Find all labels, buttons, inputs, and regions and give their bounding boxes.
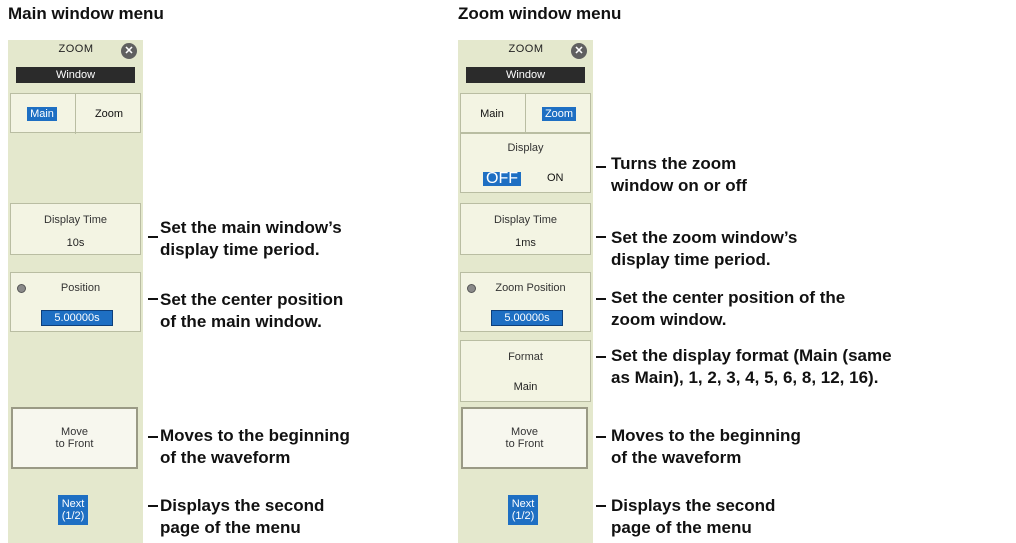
annotation-format: Set the display format (Main (same as Ma… bbox=[611, 346, 892, 387]
zoom-menu-panel: ZOOM ✕ Window Main Zoom Display OFF ON D… bbox=[458, 40, 593, 543]
display-time-control[interactable]: Display Time 10s bbox=[10, 203, 141, 255]
display-time-value: 1ms bbox=[515, 237, 536, 249]
connector-line bbox=[596, 356, 606, 358]
window-button[interactable]: Window bbox=[16, 67, 135, 83]
display-label: Display bbox=[507, 142, 544, 154]
tab-main-label: Main bbox=[480, 108, 504, 120]
close-icon[interactable]: ✕ bbox=[571, 43, 587, 59]
zoom-position-control[interactable]: Zoom Position 5.00000s bbox=[460, 272, 591, 332]
tab-main-label: Main bbox=[27, 107, 57, 121]
connector-line bbox=[596, 436, 606, 438]
main-menu-heading: Main window menu bbox=[8, 4, 164, 23]
window-tab-row: Main Zoom bbox=[460, 93, 592, 134]
connector-line bbox=[596, 298, 606, 300]
annotation-display: Turns the zoom window on or off bbox=[611, 154, 747, 195]
connector-line bbox=[148, 298, 158, 300]
position-control[interactable]: Position 5.00000s bbox=[10, 272, 141, 332]
connector-line bbox=[596, 166, 606, 168]
menu-title: ZOOM bbox=[58, 43, 94, 55]
display-toggle-control: Display OFF ON bbox=[460, 133, 591, 193]
close-icon[interactable]: ✕ bbox=[121, 43, 137, 59]
connector-line bbox=[148, 436, 158, 438]
tab-main[interactable]: Main bbox=[11, 94, 73, 134]
format-label: Format bbox=[508, 351, 543, 363]
position-label: Position bbox=[60, 282, 101, 294]
next-page-button[interactable]: Next (1/2) bbox=[58, 495, 88, 525]
annotation-move: Moves to the beginning of the waveform bbox=[611, 426, 801, 467]
window-button[interactable]: Window bbox=[466, 67, 585, 83]
display-off-option[interactable]: OFF bbox=[483, 171, 521, 187]
tab-zoom[interactable]: Zoom bbox=[526, 94, 592, 134]
display-time-label: Display Time bbox=[44, 214, 107, 226]
position-value[interactable]: 5.00000s bbox=[41, 310, 113, 326]
display-time-label: Display Time bbox=[494, 214, 557, 226]
connector-line bbox=[596, 505, 606, 507]
move-to-front-button[interactable]: Move to Front bbox=[11, 407, 138, 469]
annotation-next: Displays the second page of the menu bbox=[611, 496, 776, 537]
tab-zoom-label: Zoom bbox=[541, 107, 577, 121]
display-time-value: 10s bbox=[66, 237, 85, 249]
zoom-menu-heading: Zoom window menu bbox=[458, 4, 622, 23]
annotation-display-time: Set the main window’s display time perio… bbox=[160, 218, 342, 259]
annotation-position: Set the center position of the main wind… bbox=[160, 290, 344, 331]
connector-line bbox=[596, 236, 606, 238]
window-tab-row: Main Zoom bbox=[10, 93, 142, 134]
connector-line bbox=[148, 236, 158, 238]
display-on-option[interactable]: ON bbox=[547, 172, 564, 184]
annotation-move: Moves to the beginning of the waveform bbox=[160, 426, 350, 467]
format-value: Main bbox=[513, 381, 538, 393]
move-to-front-button[interactable]: Move to Front bbox=[461, 407, 588, 469]
next-page-button[interactable]: Next (1/2) bbox=[508, 495, 538, 525]
tab-zoom[interactable]: Zoom bbox=[76, 94, 142, 134]
tab-zoom-label: Zoom bbox=[94, 108, 124, 120]
annotation-zoom-position: Set the center position of the zoom wind… bbox=[611, 288, 846, 329]
connector-line bbox=[148, 505, 158, 507]
zoom-position-label: Zoom Position bbox=[495, 282, 566, 294]
main-menu-panel: ZOOM ✕ Window Main Zoom Display Time 10s… bbox=[8, 40, 143, 543]
menu-title: ZOOM bbox=[508, 43, 544, 55]
display-time-control[interactable]: Display Time 1ms bbox=[460, 203, 591, 255]
annotation-display-time: Set the zoom window’s display time perio… bbox=[611, 228, 798, 269]
zoom-position-value[interactable]: 5.00000s bbox=[491, 310, 563, 326]
tab-main[interactable]: Main bbox=[461, 94, 523, 134]
annotation-next: Displays the second page of the menu bbox=[160, 496, 325, 537]
format-control[interactable]: Format Main bbox=[460, 340, 591, 402]
